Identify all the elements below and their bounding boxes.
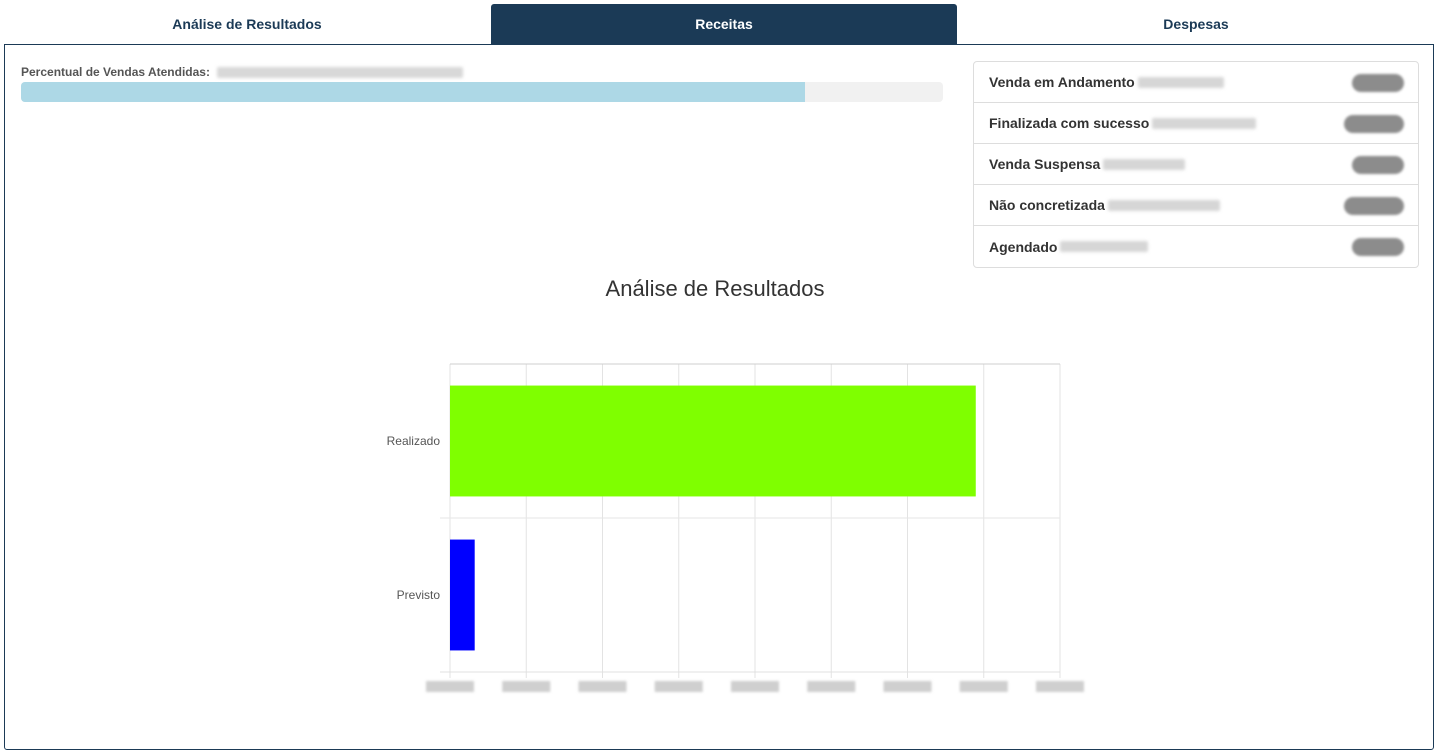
x-tick-label-redacted [959,681,1008,692]
x-tick-label-redacted [502,681,551,692]
results-bar-chart: Realizado Previsto [387,363,1084,692]
x-tick-label-redacted [807,681,856,692]
x-tick-label-redacted [578,681,627,692]
y-tick-label: Realizado [387,434,441,448]
bar-previsto [450,539,475,651]
x-tick-label-redacted [731,681,779,692]
x-tick-label-redacted [426,681,474,692]
bar-realizado [450,385,976,497]
x-tick-label-redacted [654,681,703,692]
y-tick-label: Previsto [397,588,441,602]
x-tick-label-redacted [883,681,932,692]
x-tick-label-redacted [1036,681,1084,692]
